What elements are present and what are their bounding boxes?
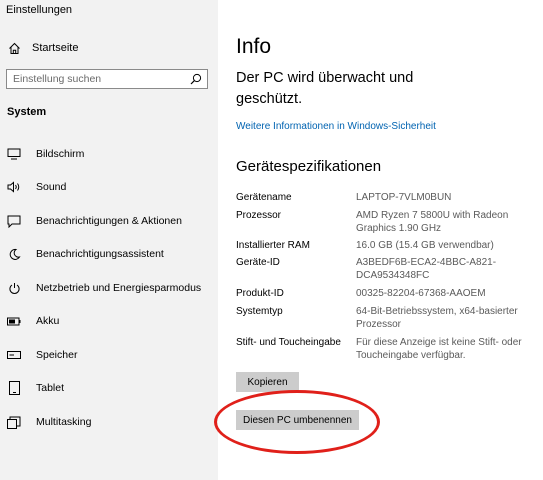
sidebar-item-label: Multitasking [36,416,92,428]
sidebar-item-tablet[interactable]: Tablet [7,379,64,397]
sidebar-item-speicher[interactable]: Speicher [7,346,77,364]
spec-label-ram: Installierter RAM [236,240,310,251]
spec-value-stift-touch: Für diese Anzeige ist keine Stift- oder … [356,337,522,361]
protection-status: Der PC wird überwacht und geschützt. [236,70,414,107]
sidebar-item-label: Tablet [36,382,65,394]
sidebar-item-benachrichtigungen[interactable]: Benachrichtigungen & Aktionen [7,212,182,230]
section-title: System [7,106,47,118]
spec-label-geraetename: Gerätename [236,192,292,203]
search-box[interactable] [6,69,208,89]
specs-heading: Gerätespezifikationen [236,158,382,175]
moon-icon [7,247,21,261]
speaker-icon [7,180,21,194]
storage-icon [7,348,21,362]
sidebar-item-label: Sound [36,181,67,193]
spec-label-geraete-id: Geräte-ID [236,257,280,268]
spec-value-ram: 16.0 GB (15.4 GB verwendbar) [356,240,494,251]
sidebar-item-label: Akku [36,315,60,327]
security-link[interactable]: Weitere Informationen in Windows-Sicherh… [236,121,436,132]
home-icon [9,42,20,54]
sidebar-home[interactable]: Startseite [8,39,78,57]
tablet-icon [7,381,21,395]
multitasking-icon [7,415,21,429]
sidebar-item-bildschirm[interactable]: Bildschirm [7,145,84,163]
message-icon [7,214,21,228]
spec-value-produkt-id: 00325-82204-67368-AAOEM [356,288,486,299]
sidebar-item-multitasking[interactable]: Multitasking [7,413,91,431]
search-input[interactable] [13,72,183,86]
sidebar: Einstellungen Startseite System Bildschi… [0,0,218,480]
copy-button[interactable]: Kopieren [236,372,299,392]
sidebar-item-label: Speicher [36,349,78,361]
sidebar-item-label: Bildschirm [36,148,85,160]
spec-label-produkt-id: Produkt-ID [236,288,284,299]
sidebar-item-benachrichtigungsassistent[interactable]: Benachrichtigungsassistent [7,245,164,263]
sidebar-item-sound[interactable]: Sound [7,178,66,196]
spec-label-systemtyp: Systemtyp [236,306,283,317]
spec-value-systemtyp: 64-Bit-Betriebssystem, x64-basierter Pro… [356,306,518,330]
power-icon [7,281,21,295]
sidebar-item-label: Benachrichtigungsassistent [36,248,164,260]
page-title: Info [236,35,272,58]
spec-label-prozessor: Prozessor [236,210,282,221]
sidebar-item-akku[interactable]: Akku [7,312,59,330]
spec-value-prozessor: AMD Ryzen 7 5800U with Radeon Graphics 1… [356,210,509,234]
search-icon[interactable] [190,73,202,85]
sidebar-item-netzbetrieb[interactable]: Netzbetrieb und Energiesparmodus [7,279,201,297]
spec-label-stift-touch: Stift- und Toucheingabe [236,337,341,348]
spec-value-geraete-id: A3BEDF6B-ECA2-4BBC-A821-DCA9534348FC [356,257,497,281]
spec-value-geraetename: LAPTOP-7VLM0BUN [356,192,452,203]
highlight-circle [214,390,380,454]
sidebar-item-label: Netzbetrieb und Energiesparmodus [36,282,202,294]
sidebar-home-label: Startseite [32,42,79,54]
battery-icon [7,314,21,328]
sidebar-item-label: Benachrichtigungen & Aktionen [36,215,182,227]
window-title: Einstellungen [6,4,73,16]
monitor-icon [7,147,21,161]
